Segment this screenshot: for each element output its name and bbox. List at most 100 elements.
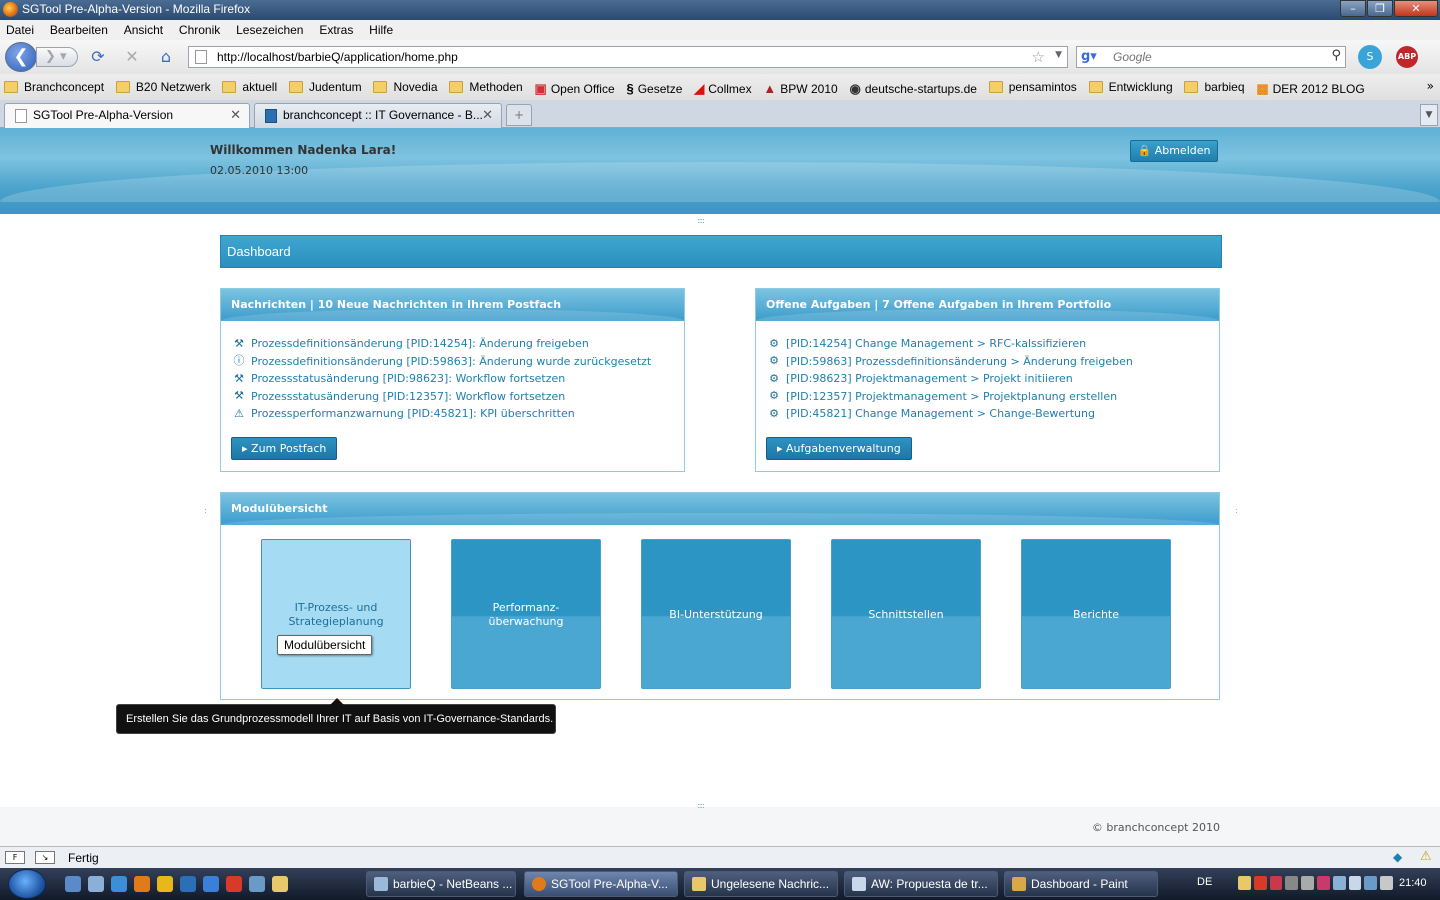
resize-grip-icon[interactable]: :::: <box>697 216 705 225</box>
minimize-button[interactable]: – <box>1340 0 1366 17</box>
taskbar-item-mail[interactable]: Ungelesene Nachric... <box>684 871 838 897</box>
bookmark-item[interactable]: Novedia <box>369 74 441 100</box>
taskbar-item-firefox[interactable]: SGTool Pre-Alpha-V... <box>524 871 678 897</box>
resize-grip-icon[interactable]: :::: <box>697 801 705 810</box>
taskbar-item-paint[interactable]: Dashboard - Paint <box>1004 871 1158 897</box>
menu-chronik[interactable]: Chronik <box>173 20 226 40</box>
message-item[interactable]: ⚠ Prozessperformanzwarnung [PID:45821]: K… <box>233 405 651 423</box>
firefox-quicklaunch-icon[interactable] <box>134 876 150 892</box>
bookmark-item[interactable]: barbieq <box>1180 74 1248 100</box>
home-icon[interactable]: ⌂ <box>156 48 176 66</box>
message-item[interactable]: ⚒ Prozessstatusänderung [PID:98623]: Work… <box>233 370 651 388</box>
bookmark-item[interactable]: ▲ BPW 2010 <box>759 76 841 101</box>
mail-icon[interactable] <box>226 876 242 892</box>
skype-quicklaunch-icon[interactable] <box>203 876 219 892</box>
close-window-button[interactable]: ✕ <box>1394 0 1438 17</box>
start-button[interactable] <box>8 869 46 899</box>
tab-list-button[interactable]: ▼ <box>1420 104 1438 126</box>
ie-icon[interactable] <box>111 876 127 892</box>
tray-icon[interactable] <box>1332 876 1346 890</box>
tray-icon[interactable] <box>1269 876 1283 890</box>
thunderbird-icon[interactable] <box>272 876 288 892</box>
task-item[interactable]: ⚙ [PID:45821] Change Management > Change-… <box>768 405 1133 423</box>
message-item[interactable]: ⓘ Prozessdefinitionsänderung [PID:59863]:… <box>233 353 652 371</box>
skype-addon-icon[interactable]: S <box>1358 45 1382 69</box>
tray-icon[interactable] <box>1301 876 1314 890</box>
bookmark-item[interactable]: ▩ DER 2012 BLOG <box>1252 76 1368 100</box>
tab-branchconcept[interactable]: branchconcept :: IT Governance - B... ✕ <box>254 103 502 128</box>
module-tile-interfaces[interactable]: Schnittstellen <box>831 539 981 689</box>
menu-hilfe[interactable]: Hilfe <box>363 20 399 40</box>
logout-button[interactable]: 🔒 Abmelden <box>1130 140 1218 162</box>
search-icon[interactable]: ⚲ <box>1331 48 1341 63</box>
url-text[interactable]: http://localhost/barbieQ/application/hom… <box>217 50 458 64</box>
show-desktop-icon[interactable] <box>65 876 81 892</box>
bookmark-item[interactable]: aktuell <box>218 74 281 100</box>
back-button[interactable]: ❮ <box>5 42 37 72</box>
stop-icon[interactable]: ✕ <box>122 48 142 66</box>
network-status-icon[interactable]: ◆ <box>1393 850 1402 864</box>
bookmark-item[interactable]: Judentum <box>285 74 366 100</box>
firebug-icon[interactable]: F <box>5 851 25 864</box>
resize-grip-left-icon[interactable]: : <box>204 506 207 515</box>
app-icon[interactable] <box>180 876 196 892</box>
tray-icon[interactable] <box>1253 876 1267 890</box>
module-tile-reports[interactable]: Berichte <box>1021 539 1171 689</box>
bookmarks-overflow-icon[interactable]: » <box>1427 79 1434 93</box>
bookmark-item[interactable]: ◢ Collmex <box>690 76 755 100</box>
warning-status-icon[interactable]: ⚠ <box>1420 849 1432 864</box>
bookmark-item[interactable]: ◉ deutsche-startups.de <box>846 76 981 100</box>
menu-bearbeiten[interactable]: Bearbeiten <box>44 20 114 40</box>
close-tab-icon[interactable]: ✕ <box>230 104 241 126</box>
adblock-icon[interactable]: ABP <box>1396 46 1418 68</box>
resize-grip-right-icon[interactable]: : <box>1235 506 1238 515</box>
media-icon[interactable] <box>157 876 173 892</box>
task-item[interactable]: ⚙ [PID:12357] Projektmanagement > Projekt… <box>768 388 1133 406</box>
module-tile-bi[interactable]: BI-Unterstützung <box>641 539 791 689</box>
module-tile-it-process[interactable]: IT-Prozess- und Strategieplanung Modulüb… <box>261 539 411 689</box>
tray-icon[interactable] <box>1238 876 1251 890</box>
message-item[interactable]: ⚒ Prozessdefinitionsänderung [PID:14254]:… <box>233 335 651 353</box>
google-engine-icon[interactable]: g▾ <box>1081 49 1097 64</box>
explorer-icon[interactable] <box>88 876 104 892</box>
bookmark-item[interactable]: Entwicklung <box>1085 74 1177 100</box>
bookmark-item[interactable]: Branchconcept <box>0 74 108 100</box>
bookmark-item[interactable]: § Gesetze <box>622 76 686 101</box>
language-indicator[interactable]: DE <box>1197 876 1212 888</box>
task-item[interactable]: ⚙ [PID:59863] Prozessdefinitionsänderung … <box>768 353 1133 371</box>
bookmark-item[interactable]: ▣ Open Office <box>531 76 619 100</box>
url-dropdown-icon[interactable]: ▼ <box>1055 50 1062 60</box>
network-tray-icon[interactable] <box>1364 876 1378 890</box>
menu-extras[interactable]: Extras <box>313 20 359 40</box>
tray-icon[interactable] <box>1285 876 1299 890</box>
volume-icon[interactable] <box>1380 876 1393 890</box>
task-management-button[interactable]: ▸ Aufgabenverwaltung <box>766 437 912 460</box>
module-tile-performance[interactable]: Performanz- überwachung <box>451 539 601 689</box>
bookmark-item[interactable]: pensamintos <box>985 74 1081 100</box>
new-tab-button[interactable]: + <box>506 104 532 126</box>
taskbar-item-netbeans[interactable]: barbieQ - NetBeans ... <box>366 871 516 897</box>
reload-icon[interactable]: ⟳ <box>88 48 108 66</box>
inspect-icon[interactable]: ↘ <box>35 851 55 864</box>
maximize-button[interactable]: ❐ <box>1367 0 1393 17</box>
taskbar-item-email[interactable]: AW: Propuesta de tr... <box>844 871 998 897</box>
bookmark-item[interactable]: Methoden <box>445 74 526 100</box>
message-item[interactable]: ⚒ Prozessstatusänderung [PID:12357]: Work… <box>233 388 651 406</box>
tab-sgtool[interactable]: SGTool Pre-Alpha-Version ✕ <box>4 103 250 129</box>
url-bar[interactable]: http://localhost/barbieQ/application/hom… <box>188 46 1068 68</box>
search-bar[interactable]: g▾ ⚲ <box>1076 46 1346 68</box>
bookmark-star-icon[interactable]: ☆ <box>1032 48 1045 66</box>
forward-button[interactable]: ❯ ▾ <box>36 47 78 67</box>
bookmark-item[interactable]: B20 Netzwerk <box>112 74 215 100</box>
menu-ansicht[interactable]: Ansicht <box>118 20 169 40</box>
close-tab-icon[interactable]: ✕ <box>482 104 493 126</box>
menu-lesezeichen[interactable]: Lesezeichen <box>230 20 309 40</box>
search-input[interactable] <box>1113 49 1313 65</box>
network-icon[interactable] <box>249 876 265 892</box>
clock[interactable]: 21:40 <box>1399 877 1427 889</box>
tray-icon[interactable] <box>1316 876 1330 890</box>
task-item[interactable]: ⚙ [PID:14254] Change Management > RFC-kal… <box>768 335 1133 353</box>
inbox-button[interactable]: ▸ Zum Postfach <box>231 437 338 460</box>
task-item[interactable]: ⚙ [PID:98623] Projektmanagement > Projekt… <box>768 370 1133 388</box>
tray-icon[interactable] <box>1348 876 1362 890</box>
